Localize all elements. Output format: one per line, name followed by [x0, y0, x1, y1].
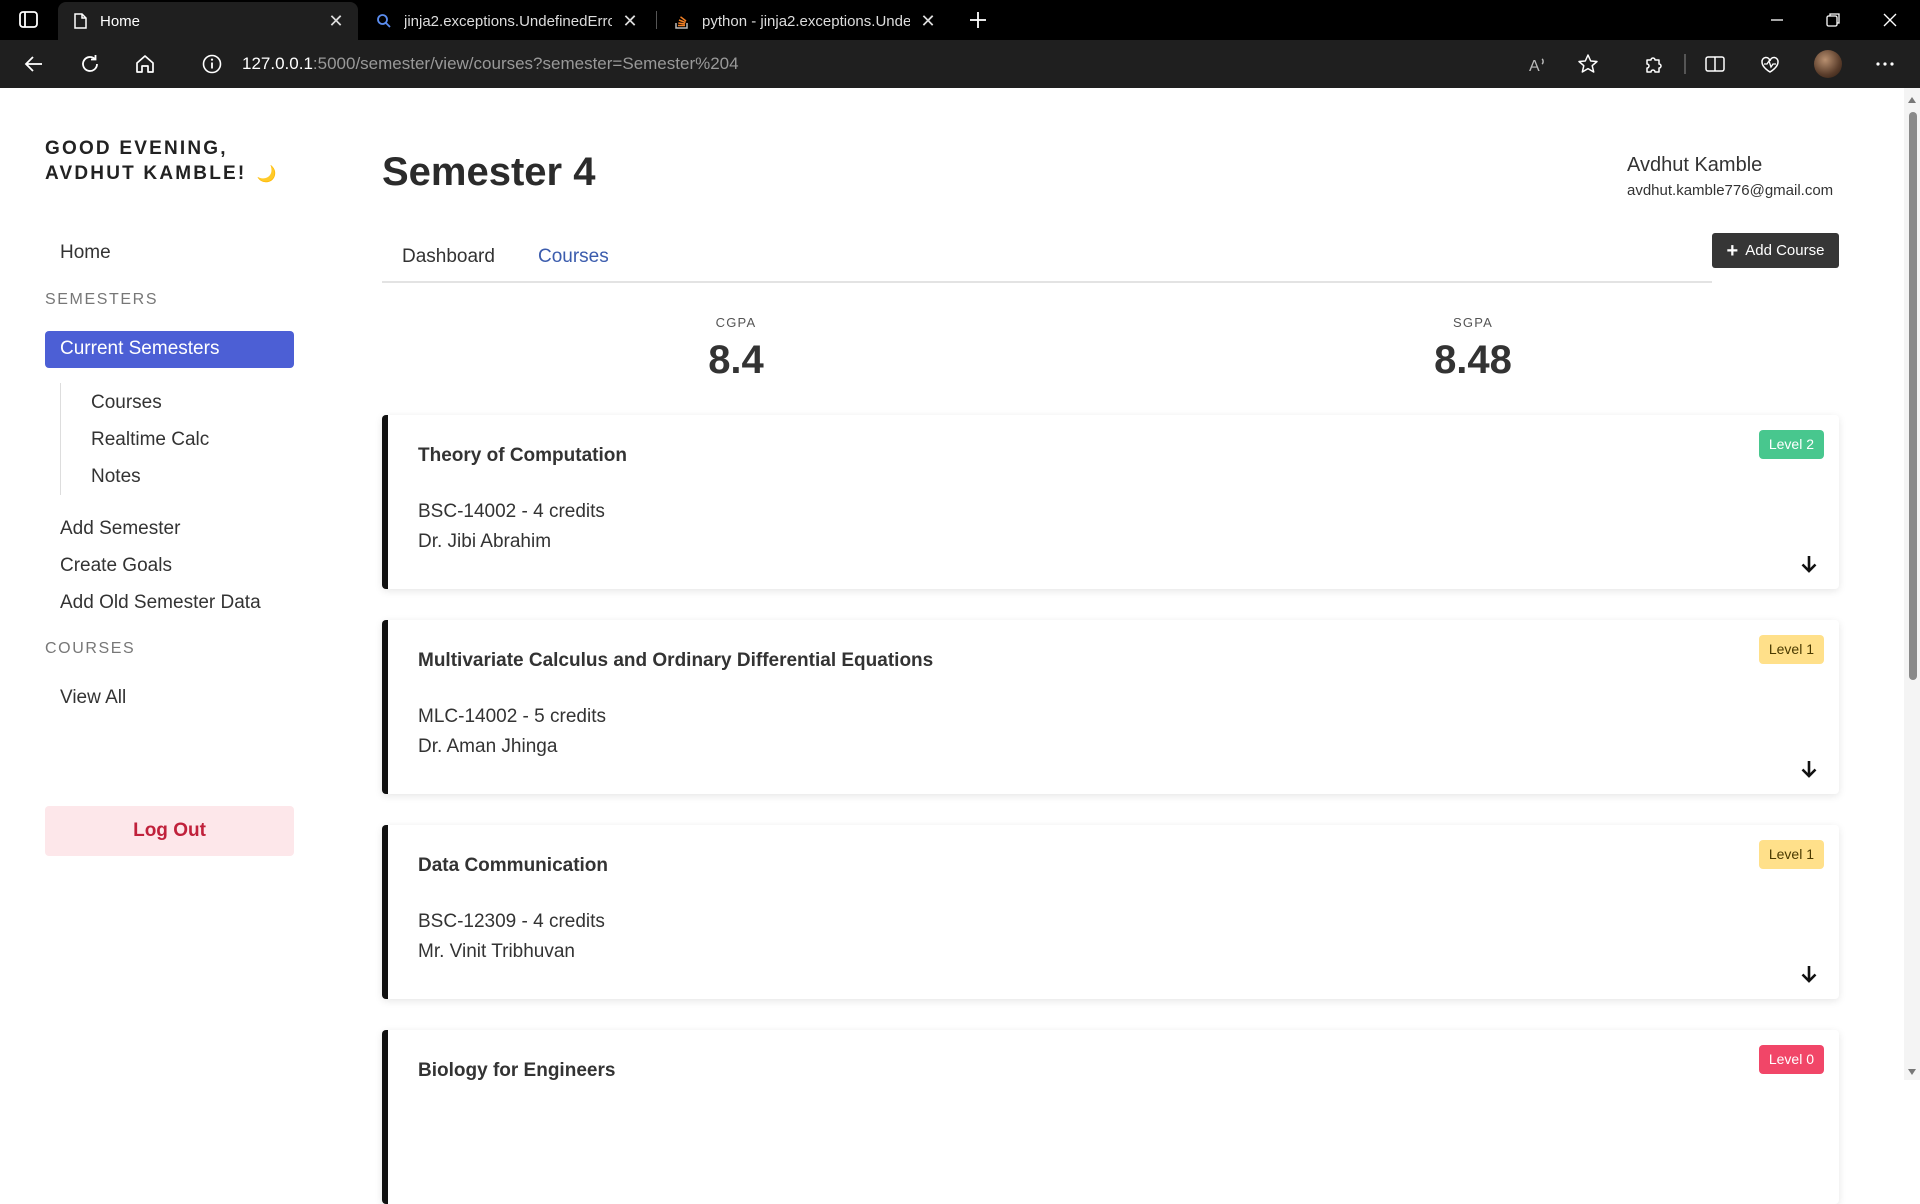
split-screen-icon[interactable]	[1703, 52, 1727, 76]
arrow-down-icon[interactable]	[1799, 553, 1819, 575]
browser-tab-search[interactable]: jinja2.exceptions.UndefinedError: ✕	[362, 2, 652, 40]
tab-separator	[656, 11, 657, 29]
toolbar-separator	[1684, 54, 1686, 74]
svg-text:A: A	[1529, 58, 1540, 75]
url-path: :5000/semester/view/courses?semester=Sem…	[312, 54, 739, 73]
restore-icon[interactable]	[1821, 8, 1845, 32]
sidebar-item-view-all[interactable]: View All	[60, 687, 126, 709]
extensions-icon[interactable]	[1642, 52, 1666, 76]
level-badge: Level 2	[1758, 430, 1824, 459]
site-info-icon[interactable]	[200, 52, 224, 76]
url-host: 127.0.0.1	[242, 54, 313, 73]
course-professor: Mr. Vinit Tribhuvan	[418, 941, 576, 962]
close-window-icon[interactable]	[1878, 8, 1902, 32]
more-options-icon[interactable]	[1873, 52, 1897, 76]
tab-title: python - jinja2.exceptions.Undefi	[702, 12, 910, 30]
course-name: Theory of Computation	[418, 445, 627, 466]
sidebar-heading-semesters: SEMESTERS	[45, 291, 159, 308]
add-course-label: Add Course	[1745, 242, 1825, 259]
submenu-rail	[60, 383, 61, 495]
favorite-star-icon[interactable]	[1576, 52, 1600, 76]
sgpa-label: SGPA	[1453, 315, 1493, 330]
minimize-icon[interactable]	[1765, 8, 1789, 32]
greeting-line1: GOOD EVENING,	[45, 138, 228, 159]
course-code: BSC-14002 - 4 credits	[418, 501, 605, 522]
sidebar-subitem-realtime-calc[interactable]: Realtime Calc	[91, 429, 209, 451]
tab-title: jinja2.exceptions.UndefinedError:	[404, 12, 612, 30]
course-card[interactable]: Theory of Computation BSC-14002 - 4 cred…	[382, 415, 1839, 589]
profile-avatar[interactable]	[1814, 50, 1842, 78]
sidebar-item-home[interactable]: Home	[60, 242, 111, 264]
browser-addressbar: 127.0.0.1:5000/semester/view/courses?sem…	[0, 40, 1920, 88]
new-tab-icon[interactable]	[966, 8, 990, 32]
page-title: Semester 4	[382, 150, 596, 194]
browser-essentials-icon[interactable]	[1758, 52, 1782, 76]
course-card[interactable]: Data Communication BSC-12309 - 4 credits…	[382, 825, 1839, 999]
add-course-button[interactable]: + Add Course	[1712, 233, 1839, 268]
sidebar-heading-courses: COURSES	[45, 640, 136, 657]
course-code: BSC-12309 - 4 credits	[418, 911, 605, 932]
tab-actions-icon[interactable]	[18, 10, 40, 30]
course-card[interactable]: Biology for Engineers Level 0	[382, 1030, 1839, 1204]
tab-title: Home	[100, 12, 141, 30]
scroll-up-icon[interactable]	[1907, 92, 1917, 103]
search-icon	[376, 13, 392, 29]
sidebar-subitem-courses[interactable]: Courses	[91, 392, 162, 414]
sidebar-item-create-goals[interactable]: Create Goals	[60, 555, 172, 577]
user-email: avdhut.kamble776@gmail.com	[1627, 182, 1834, 199]
user-name: Avdhut Kamble	[1627, 154, 1763, 176]
stackoverflow-icon	[674, 13, 690, 29]
course-professor: Dr. Aman Jhinga	[418, 736, 558, 757]
tabs-underline	[382, 281, 1712, 283]
level-badge: Level 1	[1758, 840, 1824, 869]
moon-icon: 🌙	[256, 166, 279, 183]
logout-button[interactable]: Log Out	[45, 806, 294, 856]
tab-courses[interactable]: Courses	[538, 246, 609, 268]
close-tab-icon[interactable]: ✕	[920, 12, 936, 30]
scroll-down-icon[interactable]	[1907, 1064, 1917, 1075]
close-tab-icon[interactable]: ✕	[328, 12, 344, 30]
arrow-down-icon[interactable]	[1799, 963, 1819, 985]
course-code: MLC-14002 - 5 credits	[418, 706, 606, 727]
sgpa-value: 8.48	[1434, 338, 1512, 382]
level-badge: Level 0	[1758, 1045, 1824, 1074]
page-scrollbar[interactable]	[1904, 88, 1920, 1080]
close-tab-icon[interactable]: ✕	[622, 12, 638, 30]
read-aloud-icon[interactable]: A	[1526, 52, 1550, 76]
sidebar-item-current-semesters[interactable]: Current Semesters	[45, 331, 294, 368]
greeting: GOOD EVENING, AVDHUT KAMBLE! 🌙	[45, 136, 279, 187]
course-name: Multivariate Calculus and Ordinary Diffe…	[418, 650, 934, 671]
address-field[interactable]: 127.0.0.1:5000/semester/view/courses?sem…	[242, 54, 739, 74]
web-page: GOOD EVENING, AVDHUT KAMBLE! 🌙 Home SEMES…	[0, 88, 1920, 1204]
sidebar-item-add-old-semester[interactable]: Add Old Semester Data	[60, 592, 261, 614]
course-name: Biology for Engineers	[418, 1060, 616, 1081]
page-icon	[72, 13, 88, 29]
sidebar-item-add-semester[interactable]: Add Semester	[60, 518, 180, 540]
browser-titlebar: Home ✕ jinja2.exceptions.UndefinedError:…	[0, 0, 1920, 40]
sidebar-subitem-notes[interactable]: Notes	[91, 466, 141, 488]
browser-tab-home[interactable]: Home ✕	[58, 2, 358, 40]
cgpa-label: CGPA	[715, 315, 757, 330]
course-card[interactable]: Multivariate Calculus and Ordinary Diffe…	[382, 620, 1839, 794]
scroll-thumb[interactable]	[1909, 112, 1917, 680]
level-badge: Level 1	[1758, 635, 1824, 664]
back-arrow-icon[interactable]	[22, 52, 46, 76]
refresh-icon[interactable]	[78, 52, 102, 76]
course-name: Data Communication	[418, 855, 609, 876]
plus-icon: +	[1726, 239, 1739, 262]
arrow-down-icon[interactable]	[1799, 758, 1819, 780]
greeting-line2: AVDHUT KAMBLE!	[45, 163, 247, 184]
browser-tab-stackoverflow[interactable]: python - jinja2.exceptions.Undefi ✕	[660, 2, 950, 40]
course-professor: Dr. Jibi Abrahim	[418, 531, 552, 552]
cgpa-value: 8.4	[708, 338, 764, 382]
tab-dashboard[interactable]: Dashboard	[402, 246, 495, 268]
home-icon[interactable]	[133, 52, 157, 76]
